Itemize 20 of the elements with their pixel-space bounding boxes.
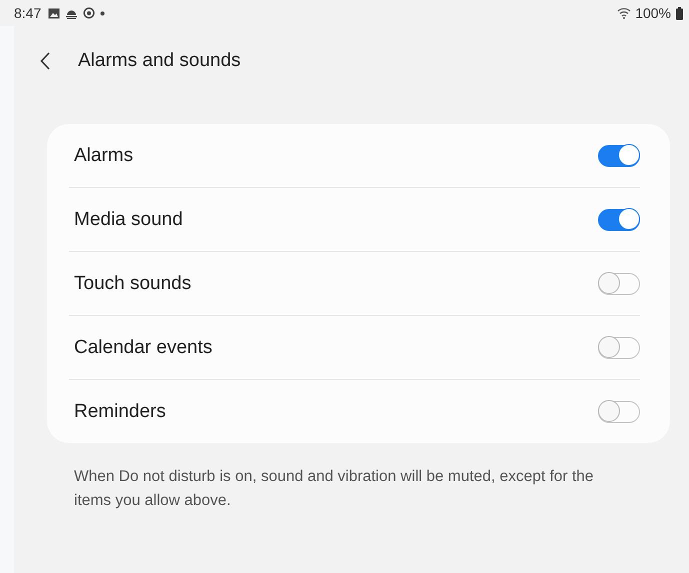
setting-label: Media sound xyxy=(74,208,183,230)
battery-icon xyxy=(676,6,683,20)
target-icon xyxy=(83,7,96,19)
info-text: When Do not disturb is on, sound and vibration will be muted, except for the items you allow above. xyxy=(74,467,595,511)
wifi-icon xyxy=(617,7,632,19)
toggle-switch[interactable] xyxy=(598,400,640,422)
toggle-switch[interactable] xyxy=(598,144,640,166)
status-time: 8:47 xyxy=(14,5,42,21)
setting-label: Reminders xyxy=(74,400,166,422)
toggle-switch[interactable] xyxy=(598,208,640,230)
dot-icon xyxy=(100,10,106,16)
toggle-switch[interactable] xyxy=(598,336,640,358)
weather-icon xyxy=(65,8,78,18)
setting-label: Alarms xyxy=(74,144,134,166)
battery-level: 100% xyxy=(635,5,671,21)
toggle-switch[interactable] xyxy=(598,272,640,294)
setting-label: Calendar events xyxy=(74,336,212,358)
page-title: Alarms and sounds xyxy=(78,50,241,72)
image-icon xyxy=(48,8,60,18)
setting-label: Touch sounds xyxy=(74,272,192,294)
